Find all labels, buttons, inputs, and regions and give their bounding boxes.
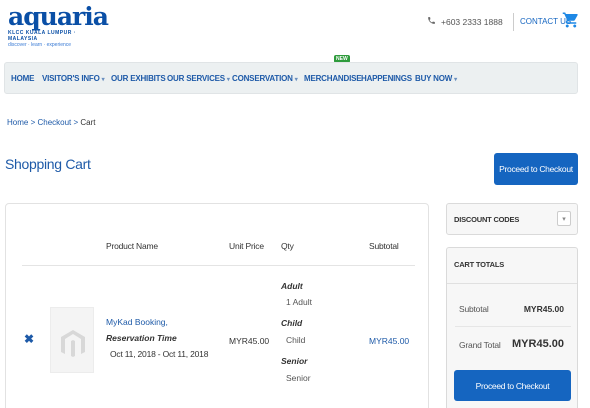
nav-item-our-services[interactable]: OUR SERVICES ▾ [167, 74, 230, 83]
header-divider [513, 13, 514, 31]
close-icon[interactable]: ✖ [24, 332, 34, 346]
breadcrumb-checkout[interactable]: Checkout [37, 118, 71, 127]
aquaria-logo[interactable]: aquaria KLCC KUALA LUMPUR · MALAYSIA dis… [8, 2, 109, 50]
header-divider [22, 265, 415, 266]
nav-item-conservation[interactable]: CONSERVATION ▾ [232, 74, 298, 83]
logo-subtext: KLCC KUALA LUMPUR · MALAYSIA [8, 30, 76, 42]
qty-adult-label: Adult [281, 281, 303, 291]
page-title: Shopping Cart [5, 156, 91, 172]
nav-item-visitors-info[interactable]: VISITOR'S INFO ▾ [42, 74, 105, 83]
proceed-to-checkout-button[interactable]: Proceed to Checkout [494, 153, 578, 185]
qty-senior-value[interactable]: Senior [286, 373, 311, 383]
column-header-product: Product Name [106, 241, 158, 251]
proceed-to-checkout-sidebar-button[interactable]: Proceed to Checkout [454, 370, 571, 401]
phone-number[interactable]: +603 2333 1888 [441, 17, 503, 27]
totals-separator [455, 326, 571, 327]
qty-adult-value[interactable]: 1 Adult [286, 297, 312, 307]
column-header-unit-price: Unit Price [229, 241, 264, 251]
phone-contact: +603 2333 1888 [427, 16, 503, 27]
row-subtotal-value: MYR45.00 [369, 336, 410, 346]
column-header-qty: Qty [281, 241, 294, 251]
qty-senior-label: Senior [281, 356, 308, 366]
main-nav: HOME VISITOR'S INFO ▾ OUR EXHIBITS OUR SE… [4, 62, 578, 94]
totals-divider [447, 283, 577, 284]
cart-totals-panel: CART TOTALS Subtotal MYR45.00 Grand Tota… [446, 247, 578, 408]
subtotal-label: Subtotal [459, 304, 489, 314]
discount-codes-panel[interactable]: DISCOUNT CODES ▾ [446, 203, 578, 235]
chevron-down-icon[interactable]: ▾ [557, 211, 571, 226]
discount-codes-title: DISCOUNT CODES [454, 215, 520, 224]
nav-item-home[interactable]: HOME [11, 74, 34, 83]
column-header-subtotal: Subtotal [369, 241, 399, 251]
grand-total-label: Grand Total [459, 340, 501, 350]
nav-item-our-exhibits[interactable]: OUR EXHIBITS [111, 74, 166, 83]
breadcrumb: Home > Checkout > Cart [7, 118, 96, 127]
reservation-time-label: Reservation Time [106, 333, 177, 343]
subtotal-value: MYR45.00 [523, 304, 564, 314]
cart-icon[interactable] [562, 10, 580, 30]
product-image[interactable] [50, 307, 94, 373]
breadcrumb-current: Cart [80, 118, 96, 127]
chevron-down-icon: ▾ [294, 77, 298, 83]
logo-tagline: discover · learn · experience [8, 42, 72, 48]
logo-text: aquaria [8, 2, 109, 31]
phone-icon [427, 16, 436, 27]
product-name-link[interactable]: MyKad Booking, [106, 317, 168, 327]
grand-total-value: MYR45.00 [512, 338, 564, 350]
cart-totals-title: CART TOTALS [454, 260, 505, 269]
nav-item-happenings[interactable]: HAPPENINGS [361, 74, 412, 83]
breadcrumb-home[interactable]: Home [7, 118, 28, 127]
unit-price-value: MYR45.00 [229, 336, 270, 346]
chevron-down-icon: ▾ [454, 77, 457, 83]
chevron-down-icon: ▾ [226, 77, 230, 83]
qty-child-value[interactable]: Child [286, 335, 305, 345]
magento-logo-icon [61, 330, 85, 357]
nav-item-merchandise[interactable]: MERCHANDISE [304, 74, 362, 83]
chevron-down-icon: ▾ [101, 77, 105, 83]
cart-table: Product Name Unit Price Qty Subtotal ✖ M… [5, 203, 429, 408]
qty-child-label: Child [281, 318, 303, 328]
site-header: aquaria KLCC KUALA LUMPUR · MALAYSIA dis… [0, 0, 590, 58]
nav-item-buy-now[interactable]: BUY NOW ▾ [415, 74, 457, 83]
reservation-dates: Oct 11, 2018 - Oct 11, 2018 [110, 349, 209, 359]
